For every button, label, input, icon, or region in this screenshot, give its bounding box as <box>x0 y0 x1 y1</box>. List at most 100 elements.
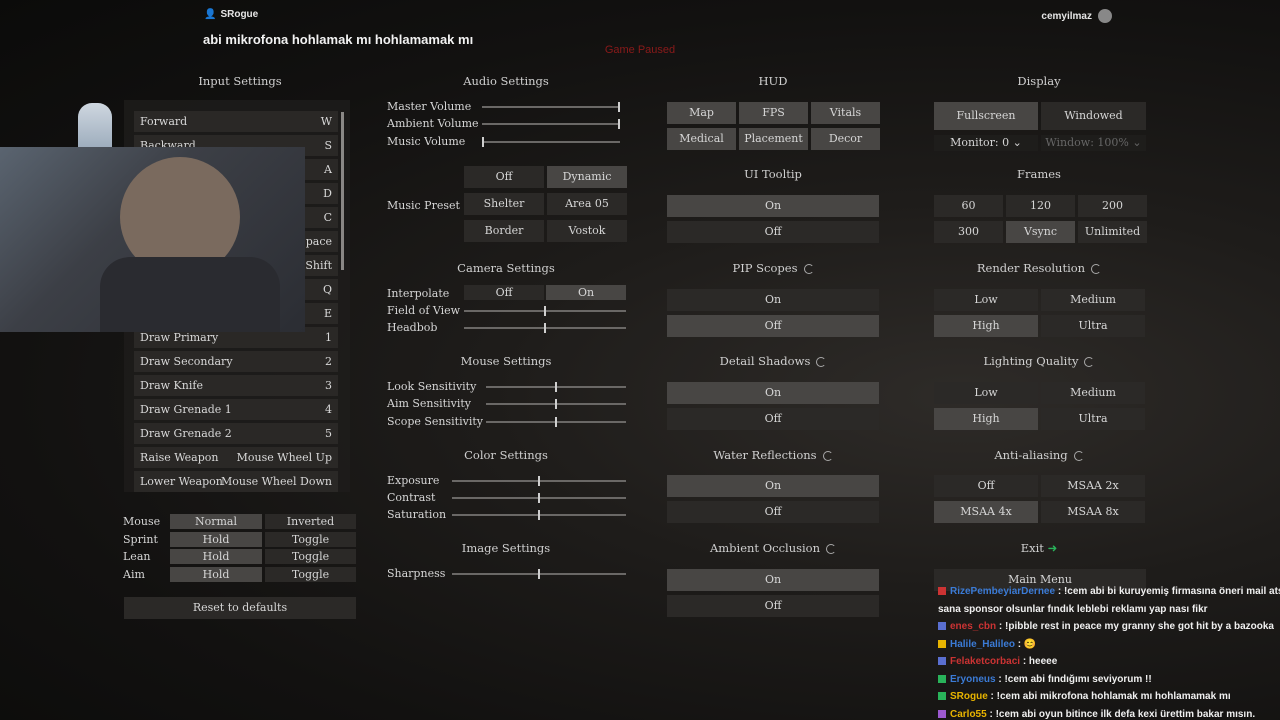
music-preset-off[interactable]: Off <box>464 166 544 188</box>
pip-scopes-off-button[interactable]: Off <box>667 315 879 337</box>
ui-tooltip-off-button[interactable]: Off <box>667 221 879 243</box>
ambient-occlusion-on-button[interactable]: On <box>667 569 879 591</box>
frames-120-button[interactable]: 120 <box>1006 195 1075 217</box>
keybind-key: 1 <box>325 331 332 344</box>
music-volume-slider[interactable] <box>482 137 620 147</box>
lighting-low-button[interactable]: Low <box>934 382 1038 404</box>
reset-defaults-button[interactable]: Reset to defaults <box>124 597 356 619</box>
hud-placement-button[interactable]: Placement <box>739 128 808 150</box>
ui-tooltip-on-button[interactable]: On <box>667 195 879 217</box>
look-sensitivity-slider[interactable] <box>486 382 626 392</box>
slider-knob[interactable] <box>538 476 540 486</box>
keybind-scrollbar[interactable] <box>341 112 344 270</box>
toggle-option-a[interactable]: Hold <box>170 531 262 547</box>
saturation-slider[interactable] <box>452 510 626 520</box>
chat-message: SRogue : !cem abi mikrofona hohlamak mı … <box>938 691 1231 702</box>
keybind-row[interactable]: Draw Secondary 2 <box>134 351 338 372</box>
music-preset-vostok[interactable]: Vostok <box>547 220 627 242</box>
sharpness-slider[interactable] <box>452 569 626 579</box>
audio-settings-title: Audio Settings <box>463 74 549 88</box>
aim-sensitivity-slider[interactable] <box>486 399 626 409</box>
toggle-option-b[interactable]: Inverted <box>265 514 356 529</box>
aa-msaa-2x-button[interactable]: MSAA 2x <box>1041 475 1145 497</box>
render-medium-button[interactable]: Medium <box>1041 289 1145 311</box>
slider-knob[interactable] <box>538 510 540 520</box>
slider-knob[interactable] <box>555 399 557 409</box>
toggle-option-a[interactable]: Normal <box>170 514 262 529</box>
frames-60-button[interactable]: 60 <box>934 195 1003 217</box>
music-preset-area-05[interactable]: Area 05 <box>547 193 627 215</box>
master-volume-slider[interactable] <box>482 102 620 112</box>
render-ultra-button[interactable]: Ultra <box>1041 315 1145 337</box>
toggle-option-b[interactable]: Toggle <box>265 531 356 547</box>
exposure-slider[interactable] <box>452 476 626 486</box>
window-scale-select[interactable]: Window: 100% ⌄ <box>1041 135 1146 151</box>
water-reflections-on-button[interactable]: On <box>667 475 879 497</box>
chat-text: : !cem abi mikrofona hohlamak mı hohlama… <box>987 691 1231 702</box>
hud-decor-button[interactable]: Decor <box>811 128 880 150</box>
keybind-row[interactable]: Raise Weapon Mouse Wheel Up <box>134 447 338 468</box>
frames-vsync-button[interactable]: Vsync <box>1006 221 1075 243</box>
slider-knob[interactable] <box>538 569 540 579</box>
slider-knob[interactable] <box>544 323 546 333</box>
frames-300-button[interactable]: 300 <box>934 221 1003 243</box>
chat-message: Felaketcorbaci : heeee <box>938 656 1057 667</box>
slider-knob[interactable] <box>482 137 484 147</box>
slider-knob[interactable] <box>618 102 620 112</box>
chat-message: Eryoneus : !cem abi fındığımı seviyorum … <box>938 674 1152 685</box>
toggle-option-b[interactable]: Toggle <box>265 549 356 564</box>
keybind-row[interactable]: Lower Weapon Mouse Wheel Down <box>134 471 338 492</box>
keybind-row[interactable]: Draw Grenade 2 5 <box>134 423 338 444</box>
keybind-key: 2 <box>325 355 332 368</box>
monitor-select[interactable]: Monitor: 0 ⌄ <box>934 135 1038 151</box>
slider-knob[interactable] <box>555 417 557 427</box>
interpolate-off-button[interactable]: Off <box>464 285 544 300</box>
aa-msaa-4x-button[interactable]: MSAA 4x <box>934 501 1038 523</box>
ambient-volume-slider[interactable] <box>482 119 620 129</box>
music-preset-border[interactable]: Border <box>464 220 544 242</box>
lighting-high-button[interactable]: High <box>934 408 1038 430</box>
fullscreen-button[interactable]: Fullscreen <box>934 102 1038 130</box>
chat-username: SRogue <box>950 691 988 702</box>
hud-map-button[interactable]: Map <box>667 102 736 124</box>
fov-slider[interactable] <box>464 306 626 316</box>
music-preset-shelter[interactable]: Shelter <box>464 193 544 215</box>
keybind-key: Shift <box>305 259 332 272</box>
water-reflections-off-button[interactable]: Off <box>667 501 879 523</box>
music-preset-dynamic[interactable]: Dynamic <box>547 166 627 188</box>
lighting-ultra-button[interactable]: Ultra <box>1041 408 1145 430</box>
detail-shadows-title: Detail Shadows <box>666 354 880 368</box>
aa-msaa-8x-button[interactable]: MSAA 8x <box>1041 501 1145 523</box>
frames-200-button[interactable]: 200 <box>1078 195 1147 217</box>
slider-knob[interactable] <box>555 382 557 392</box>
chat-message: RizePembeyiarDernee : !cem abi bi kuruye… <box>938 586 1280 597</box>
toggle-option-a[interactable]: Hold <box>170 549 262 564</box>
keybind-row[interactable]: Draw Knife 3 <box>134 375 338 396</box>
scope-sensitivity-slider[interactable] <box>486 417 626 427</box>
headbob-slider[interactable] <box>464 323 626 333</box>
detail-shadows-off-button[interactable]: Off <box>667 408 879 430</box>
detail-shadows-on-button[interactable]: On <box>667 382 879 404</box>
contrast-slider[interactable] <box>452 493 626 503</box>
interpolate-on-button[interactable]: On <box>546 285 626 300</box>
toggle-option-b[interactable]: Toggle <box>265 566 356 582</box>
render-high-button[interactable]: High <box>934 315 1038 337</box>
lighting-medium-button[interactable]: Medium <box>1041 382 1145 404</box>
slider-knob[interactable] <box>544 306 546 316</box>
chat-message: Carlo55 : !cem abi oyun bitince ilk defa… <box>938 709 1255 720</box>
hud-fps-button[interactable]: FPS <box>739 102 808 124</box>
keybind-row[interactable]: Forward W <box>134 111 338 132</box>
hud-medical-button[interactable]: Medical <box>667 128 736 150</box>
frames-unlimited-button[interactable]: Unlimited <box>1078 221 1147 243</box>
render-low-button[interactable]: Low <box>934 289 1038 311</box>
slider-knob[interactable] <box>538 493 540 503</box>
exit-button[interactable]: Exit ➜ <box>932 541 1146 555</box>
ambient-occlusion-off-button[interactable]: Off <box>667 595 879 617</box>
aa-off-button[interactable]: Off <box>934 475 1038 497</box>
keybind-row[interactable]: Draw Grenade 1 4 <box>134 399 338 420</box>
slider-knob[interactable] <box>618 119 620 129</box>
hud-vitals-button[interactable]: Vitals <box>811 102 880 124</box>
windowed-button[interactable]: Windowed <box>1041 102 1146 130</box>
toggle-option-a[interactable]: Hold <box>170 566 262 582</box>
pip-scopes-on-button[interactable]: On <box>667 289 879 311</box>
